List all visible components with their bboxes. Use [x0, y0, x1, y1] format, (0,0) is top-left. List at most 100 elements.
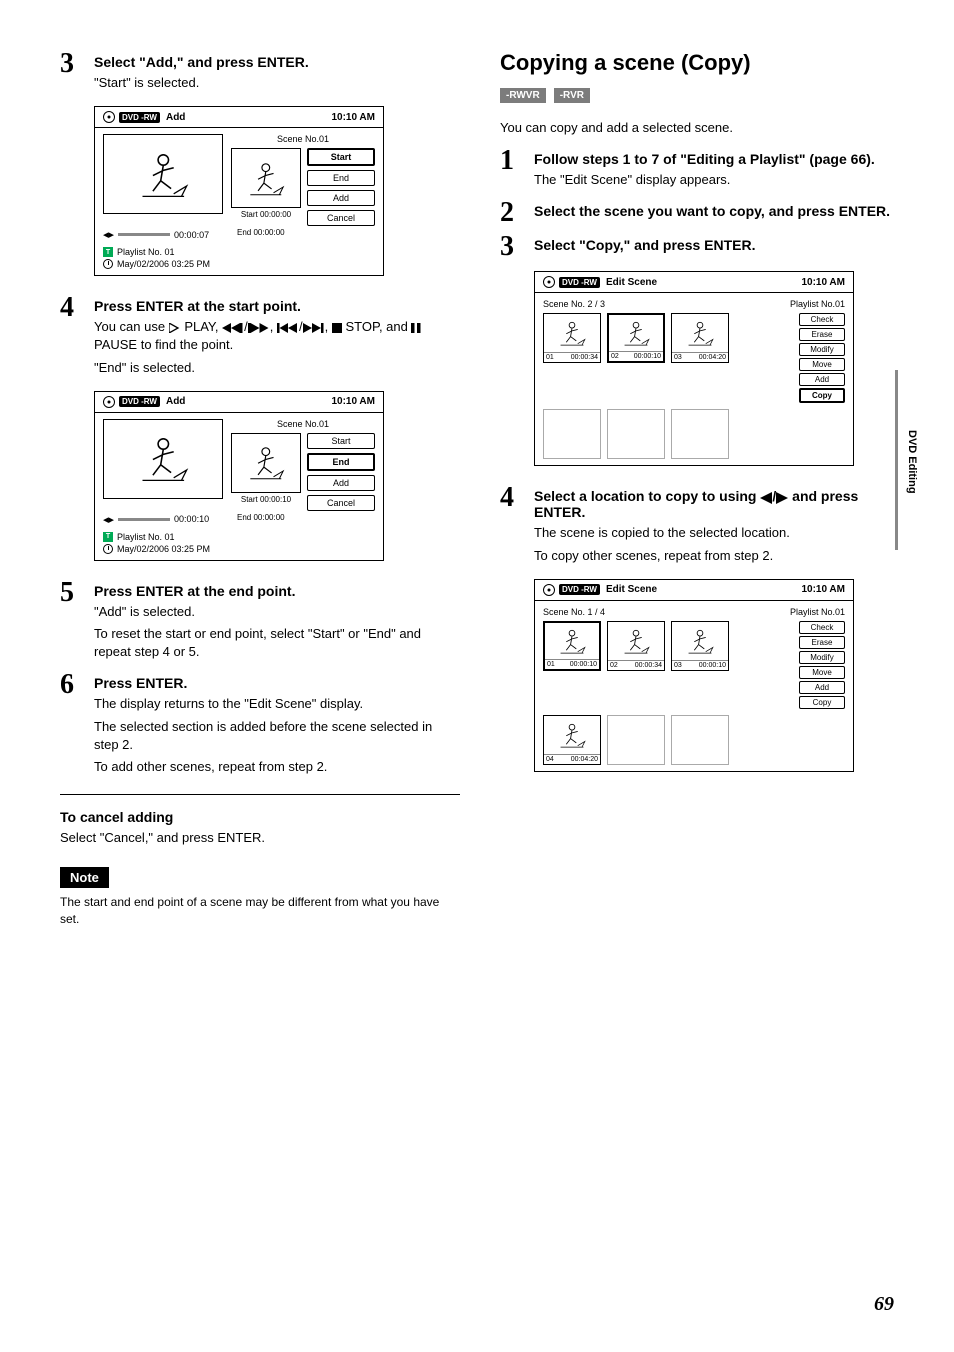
step-text: The display returns to the "Edit Scene" …: [94, 695, 460, 713]
btn-check[interactable]: Check: [799, 313, 845, 326]
osd-clock: 10:10 AM: [801, 277, 845, 288]
scene-thumb-empty: [543, 409, 601, 459]
disc-icon: [543, 276, 555, 288]
osd-title: Add: [166, 396, 185, 407]
scene-label: Scene No.01: [231, 419, 375, 429]
btn-erase[interactable]: Erase: [799, 636, 845, 649]
arrow-left-icon: [760, 492, 772, 504]
clock-icon: [103, 544, 113, 554]
arrow-right-icon: [776, 492, 788, 504]
step-title: Follow steps 1 to 7 of "Editing a Playli…: [534, 151, 894, 167]
btn-move[interactable]: Move: [799, 358, 845, 371]
step-text: The "Edit Scene" display appears.: [534, 171, 894, 189]
disc-icon: [543, 584, 555, 596]
scene-thumb[interactable]: 0300:00:10: [671, 621, 729, 671]
scene-thumb-empty: [671, 715, 729, 765]
format-badges: -RWVR -RVR: [500, 88, 894, 103]
btn-add[interactable]: Add: [799, 681, 845, 694]
end-time-label: End 00:00:00: [237, 228, 375, 237]
btn-modify[interactable]: Modify: [799, 651, 845, 664]
end-time-label: End 00:00:00: [237, 513, 375, 522]
step-4: 4 Press ENTER at the start point. You ca…: [60, 294, 460, 381]
step-title: Select "Add," and press ENTER.: [94, 54, 460, 70]
stop-icon: [332, 323, 342, 333]
btn-cancel[interactable]: Cancel: [307, 495, 375, 511]
timeline: ◂▸ 00:00:10: [103, 513, 223, 526]
preview-start: [231, 433, 301, 493]
btn-cancel[interactable]: Cancel: [307, 210, 375, 226]
preview-start: [231, 148, 301, 208]
btn-copy[interactable]: Copy: [799, 696, 845, 709]
disc-icon: [103, 111, 115, 123]
scene-thumb-empty: [607, 715, 665, 765]
step-title: Press ENTER at the end point.: [94, 583, 460, 599]
btn-copy[interactable]: Copy: [799, 388, 845, 403]
step-title: Select "Copy," and press ENTER.: [534, 237, 894, 253]
btn-modify[interactable]: Modify: [799, 343, 845, 356]
play-icon: [169, 323, 181, 333]
step-text: The selected section is added before the…: [94, 718, 460, 754]
btn-check[interactable]: Check: [799, 621, 845, 634]
side-index-bar: [895, 370, 898, 550]
scene-label: Scene No.01: [231, 134, 375, 144]
step-number: 4: [60, 294, 84, 322]
scene-thumb[interactable]: 0300:04:20: [671, 313, 729, 363]
date-label: May/02/2006 03:25 PM: [117, 544, 210, 554]
fastforward-icon: [248, 323, 270, 333]
dvd-badge: DVD -RW: [119, 112, 160, 123]
btn-add[interactable]: Add: [799, 373, 845, 386]
step-number: 4: [500, 484, 524, 512]
preview-main: [103, 419, 223, 499]
btn-start[interactable]: Start: [307, 148, 375, 166]
dvd-badge: DVD -RW: [559, 584, 600, 595]
scene-thumb-selected[interactable]: 0100:00:10: [543, 621, 601, 671]
playlist-label: Playlist No. 01: [117, 532, 175, 542]
osd-clock: 10:10 AM: [801, 584, 845, 595]
playlist-label: Playlist No.01: [790, 299, 845, 309]
step-text: "Start" is selected.: [94, 74, 460, 92]
page-number: 69: [874, 1293, 894, 1316]
step-title: Select a location to copy to using / and…: [534, 488, 894, 520]
btn-start[interactable]: Start: [307, 433, 375, 449]
osd-title: Edit Scene: [606, 277, 657, 288]
osd-edit-panel-1: DVD -RW Edit Scene 10:10 AM Scene No. 2 …: [534, 271, 854, 466]
scene-counter: Scene No. 2 / 3: [543, 299, 605, 309]
scene-thumb[interactable]: 0400:04:20: [543, 715, 601, 765]
step-title: Press ENTER at the start point.: [94, 298, 460, 314]
step-text: The scene is copied to the selected loca…: [534, 524, 894, 542]
step-5: 5 Press ENTER at the end point. "Add" is…: [60, 579, 460, 666]
note-text: The start and end point of a scene may b…: [60, 894, 460, 928]
scene-thumb-empty: [671, 409, 729, 459]
date-label: May/02/2006 03:25 PM: [117, 259, 210, 269]
step-number: 6: [60, 671, 84, 699]
scene-thumb-empty: [607, 409, 665, 459]
step-3: 3 Select "Copy," and press ENTER.: [500, 233, 894, 261]
step-number: 3: [500, 233, 524, 261]
step-6: 6 Press ENTER. The display returns to th…: [60, 671, 460, 780]
scene-thumb[interactable]: 0200:00:34: [607, 621, 665, 671]
start-time-label: Start 00:00:10: [241, 495, 291, 504]
osd-add-panel-2: DVD -RW Add 10:10 AM ◂▸ 00:00:10 TPlayli…: [94, 391, 384, 561]
osd-edit-panel-2: DVD -RW Edit Scene 10:10 AM Scene No. 1 …: [534, 579, 854, 772]
btn-erase[interactable]: Erase: [799, 328, 845, 341]
prev-icon: [277, 323, 299, 333]
format-badge-rwvr: -RWVR: [500, 88, 546, 103]
osd-add-panel-1: DVD -RW Add 10:10 AM ◂▸ 00:00:07 TPlayli…: [94, 106, 384, 276]
scene-thumb[interactable]: 0100:00:34: [543, 313, 601, 363]
pause-icon: [411, 323, 421, 333]
osd-title: Edit Scene: [606, 584, 657, 595]
osd-title: Add: [166, 112, 185, 123]
clock-icon: [103, 259, 113, 269]
step-number: 5: [60, 579, 84, 607]
section-title: Copying a scene (Copy): [500, 50, 894, 76]
step-4: 4 Select a location to copy to using / a…: [500, 484, 894, 568]
btn-end[interactable]: End: [307, 453, 375, 471]
cancel-subhead: To cancel adding: [60, 809, 460, 825]
step-text: To copy other scenes, repeat from step 2…: [534, 547, 894, 565]
scene-thumb-selected[interactable]: 0200:00:10: [607, 313, 665, 363]
btn-add[interactable]: Add: [307, 475, 375, 491]
btn-move[interactable]: Move: [799, 666, 845, 679]
btn-end[interactable]: End: [307, 170, 375, 186]
step-text: You can use PLAY, /, /, STOP, and PAUSE …: [94, 318, 460, 354]
btn-add[interactable]: Add: [307, 190, 375, 206]
